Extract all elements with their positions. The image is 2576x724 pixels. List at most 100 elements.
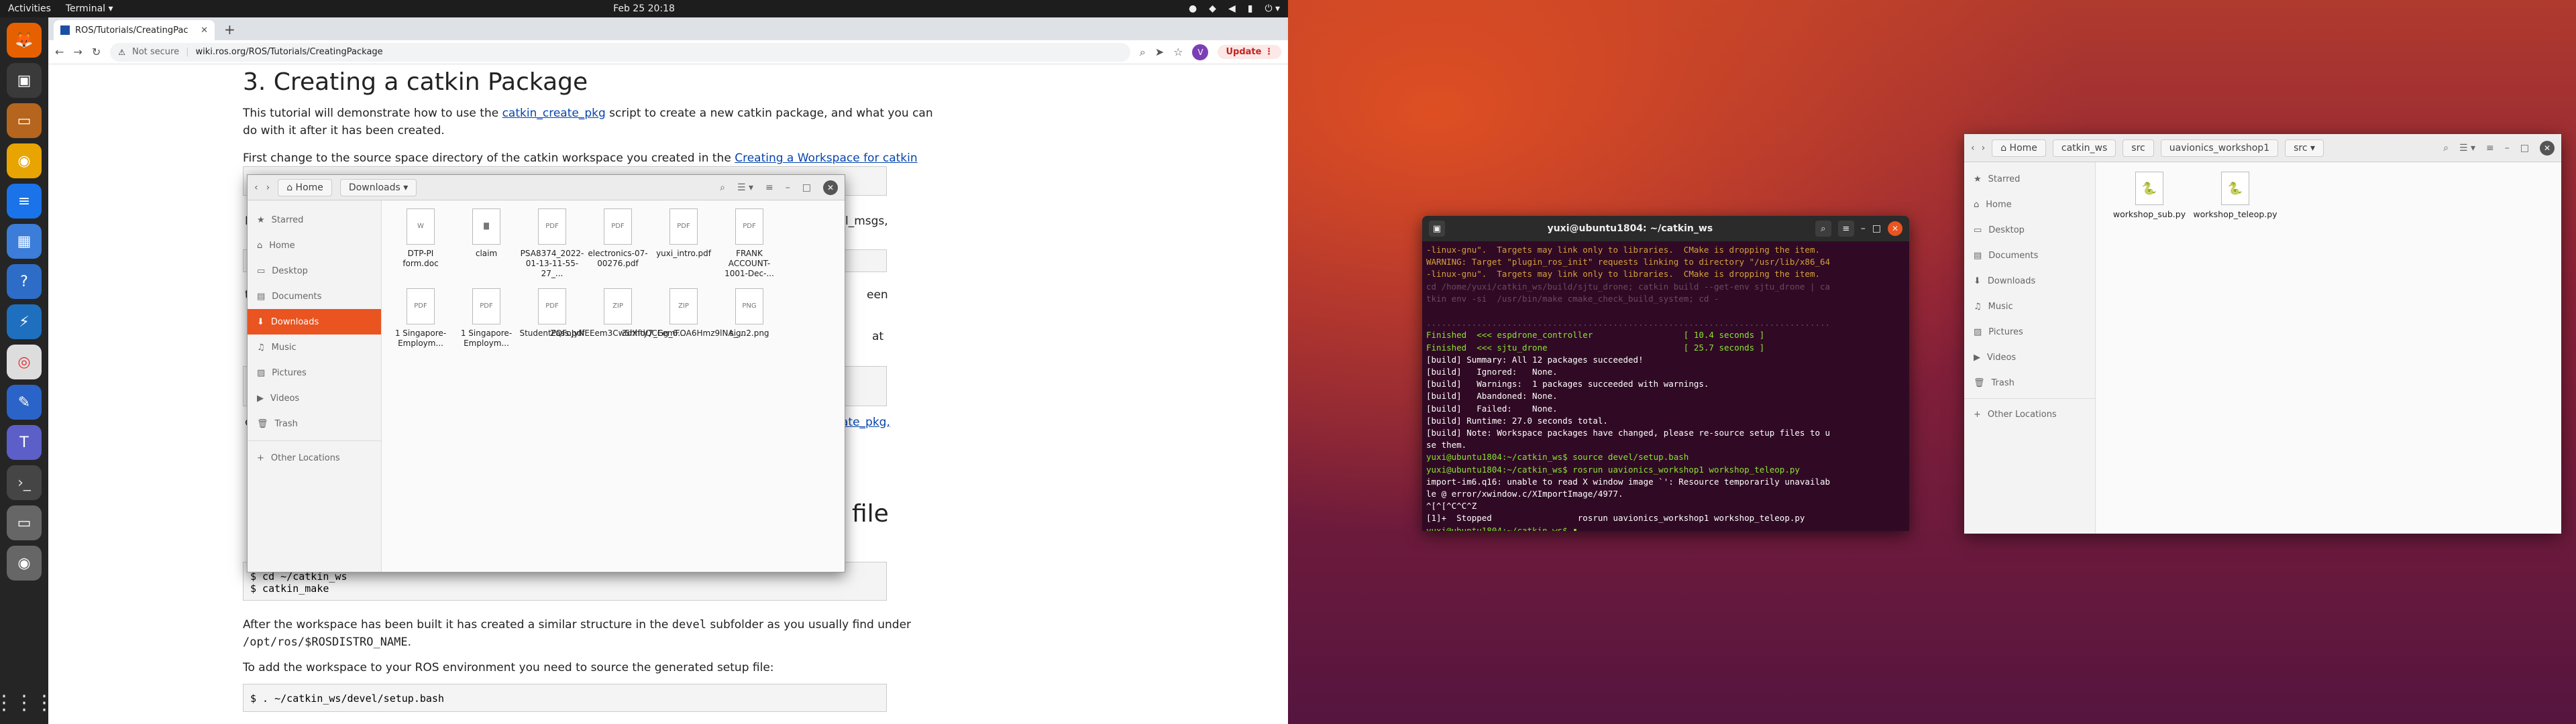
tab-close-icon[interactable]: ✕ [201,25,208,36]
menu-icon[interactable]: ≡ [765,182,773,193]
power-menu-icon[interactable]: ⏻ ▾ [1265,3,1280,14]
sidebar-item-starred[interactable]: ★ Starred [1964,166,2095,192]
writer-icon[interactable]: ≡ [7,184,42,219]
new-tab-icon[interactable]: ▣ [1429,221,1445,237]
reload-icon[interactable]: ↻ [92,46,101,58]
search-icon[interactable]: ⌕ [2443,143,2449,154]
minimize-icon[interactable]: – [2505,143,2510,154]
catkin-create-pkg-link[interactable]: catkin_create_pkg [502,107,606,120]
system-tray[interactable]: ● ◆ ◀ ▮ ⏻ ▾ [1189,3,1280,14]
file-item[interactable]: PDF electronics-07-00276.pdf [587,208,649,279]
view-options-icon[interactable]: ☰ ▾ [737,182,753,193]
profile-avatar[interactable]: V [1192,44,1209,60]
sidebar-item-desktop[interactable]: ▭ Desktop [248,258,381,284]
workspace-tutorial-link[interactable]: Creating a Workspace for catkin [735,152,917,165]
sidebar-item-starred[interactable]: ★ Starred [248,207,381,233]
maximize-icon[interactable]: □ [802,182,811,193]
terminal-icon[interactable]: ›_ [7,465,42,500]
zoom-icon[interactable]: ⌕ [1140,46,1146,59]
update-button[interactable]: Update ⋮ [1218,45,1281,59]
sidebar-item-home[interactable]: ⌂ Home [1964,192,2095,217]
file-item[interactable]: PDF yuxi_intro.pdf [653,208,714,279]
file-item[interactable]: ▇ claim [455,208,517,279]
file-item[interactable]: 🐍 workshop_sub.py [2113,172,2186,219]
back-icon[interactable]: ‹ [254,182,258,193]
share-icon[interactable]: ➤ [1155,46,1164,58]
sidebar-item-documents[interactable]: ▤ Documents [248,284,381,309]
file-item[interactable]: 🐍 workshop_teleop.py [2193,172,2277,219]
sidebar-item-trash[interactable]: 🗑 Trash [1964,370,2095,396]
sidebar-item-videos[interactable]: ▶ Videos [1964,345,2095,370]
path-home[interactable]: ⌂ Home [278,178,332,196]
browser-tab[interactable]: ROS/Tutorials/CreatingPac ✕ [54,20,215,40]
forward-icon[interactable]: → [73,46,82,58]
chrome-icon[interactable]: ◎ [7,345,42,379]
vscode-icon[interactable]: ⚡ [7,304,42,339]
battery-icon[interactable]: ▮ [1248,3,1253,14]
volume-icon[interactable]: ◀ [1228,3,1236,14]
app-icon[interactable]: ▦ [7,224,42,259]
close-icon[interactable]: ✕ [2540,140,2555,156]
file-item[interactable]: PDF StudentPass.pdf [519,288,585,349]
sidebar-item-home[interactable]: ⌂ Home [248,233,381,258]
forward-icon[interactable]: › [1982,143,1986,154]
file-item[interactable]: PNG sign2.png [718,288,780,349]
address-bar[interactable]: ⚠ Not secure | wiki.ros.org/ROS/Tutorial… [110,42,1130,62]
sidebar-item-trash[interactable]: 🗑 Trash [248,411,381,436]
close-icon[interactable]: ✕ [1888,221,1902,236]
network-icon[interactable]: ◆ [1209,3,1216,14]
sidebar-item-pictures[interactable]: ▨ Pictures [1964,319,2095,345]
activities-button[interactable]: Activities [8,3,51,14]
view-options-icon[interactable]: ☰ ▾ [2459,143,2475,154]
menu-icon[interactable]: ≡ [2486,143,2494,154]
indicator-icon[interactable]: ● [1189,3,1197,14]
virtualbox-icon[interactable]: ▣ [7,63,42,98]
sidebar-item-documents[interactable]: ▤ Documents [1964,243,2095,268]
maximize-icon[interactable]: □ [1872,223,1881,234]
new-tab-button[interactable]: + [219,21,241,40]
firefox-icon[interactable]: 🦊 [7,23,42,58]
file-item[interactable]: PDF FRANK ACCOUNT-1001-Dec-... [718,208,780,279]
sidebar-item-other-locations[interactable]: + Other Locations [1964,402,2095,427]
terminal-output[interactable]: -linux-gnu". Targets may link only to li… [1422,241,1909,531]
minimize-icon[interactable]: – [1861,223,1866,234]
sidebar-item-downloads[interactable]: ⬇ Downloads [248,309,381,335]
maximize-icon[interactable]: □ [2520,143,2529,154]
sidebar-item-pictures[interactable]: ▨ Pictures [248,360,381,385]
menu-icon[interactable]: ≡ [1837,221,1854,237]
show-applications-icon[interactable]: ⋮⋮⋮ [0,691,54,715]
minimize-icon[interactable]: – [786,182,790,193]
sidebar-item-music[interactable]: ♫ Music [248,335,381,360]
back-icon[interactable]: ‹ [1971,143,1975,154]
path-uavionics-workshop1[interactable]: uavionics_workshop1 [2160,139,2279,157]
sidebar-item-music[interactable]: ♫ Music [1964,294,2095,319]
search-icon[interactable]: ⌕ [1815,221,1831,237]
bookmark-star-icon[interactable]: ☆ [1173,46,1183,58]
file-item[interactable]: PDF 1 Singapore-Employm... [455,288,517,349]
file-item[interactable]: PDF 1 Singapore-Employm... [390,288,451,349]
drive-icon[interactable]: ▭ [7,505,42,540]
rhythmbox-icon[interactable]: ◉ [7,143,42,178]
forward-icon[interactable]: › [266,182,270,193]
terminal-app-menu[interactable]: Terminal ▾ [66,3,113,14]
disc-icon[interactable]: ◉ [7,546,42,581]
files-icon[interactable]: ▭ [7,103,42,138]
sidebar-item-downloads[interactable]: ⬇ Downloads [1964,268,2095,294]
file-item[interactable]: PDF PSA8374_2022-01-13-11-55-27_... [521,208,584,279]
clock[interactable]: Feb 25 20:18 [0,3,1288,14]
sidebar-item-other-locations[interactable]: + Other Locations [248,445,381,471]
path-src-current[interactable]: src ▾ [2285,139,2324,157]
sidebar-item-videos[interactable]: ▶ Videos [248,385,381,411]
path-home[interactable]: ⌂ Home [1992,139,2046,157]
file-item[interactable]: ZIP ZQFoJyNEEem3Cw5hhdQCGg_6... [550,288,686,349]
close-icon[interactable]: ✕ [823,180,838,195]
file-item[interactable]: ZIP 3dXfty7_EemFOA6Hmz9lNA_... [622,288,745,349]
create-pkg-link[interactable]: ate_pkg, [841,416,890,429]
path-downloads[interactable]: Downloads ▾ [339,178,417,196]
file-item[interactable]: W DTP-PI form.doc [390,208,451,279]
teams-icon[interactable]: T [7,425,42,460]
help-icon[interactable]: ? [7,264,42,299]
text-editor-icon[interactable]: ✎ [7,385,42,420]
path-src[interactable]: src [2123,139,2154,157]
sidebar-item-desktop[interactable]: ▭ Desktop [1964,217,2095,243]
